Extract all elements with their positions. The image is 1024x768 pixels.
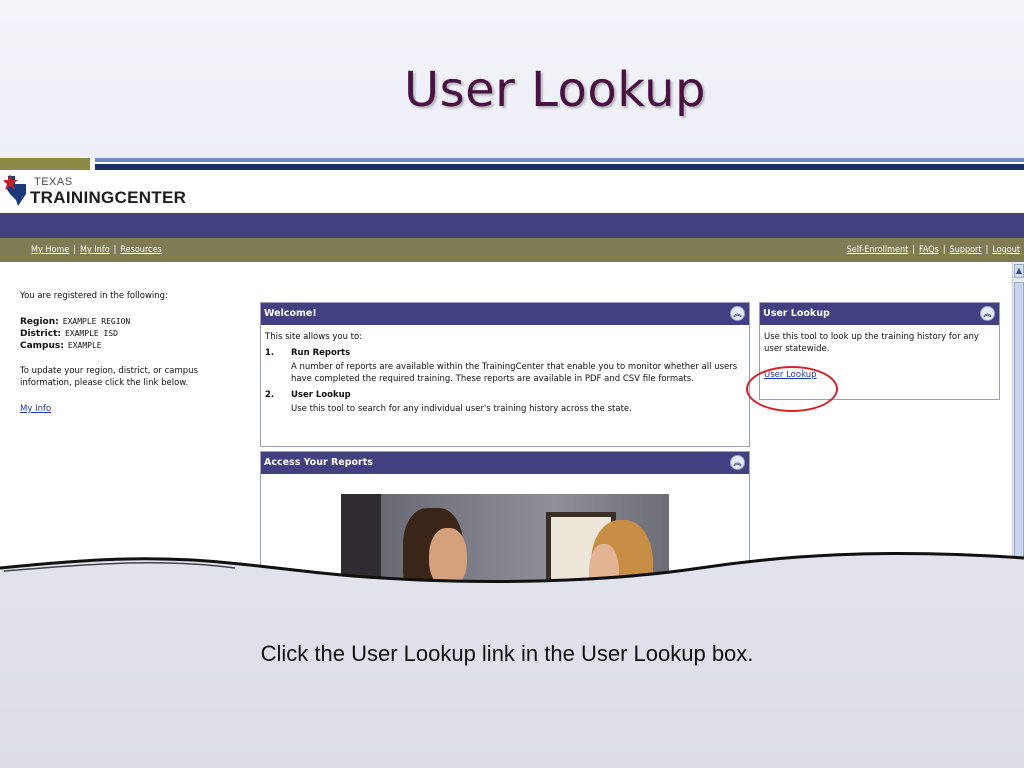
list-item-number: 2. — [265, 390, 275, 400]
region-label: Region: — [20, 317, 59, 327]
highlight-circle — [746, 366, 838, 412]
double-chevron-up-icon[interactable]: ︽ — [730, 455, 745, 470]
user-lookup-desc: Use this tool to look up the training hi… — [764, 332, 979, 354]
nav-bar: My Home | My Info | Resources Self-Enrollmen… — [0, 238, 1024, 262]
nav-link-support[interactable]: Support — [950, 245, 982, 255]
texas-star-icon — [4, 174, 26, 206]
list-item-number: 1. — [265, 348, 275, 358]
nav-link-my-info[interactable]: My Info — [80, 245, 110, 255]
double-chevron-up-icon[interactable]: ︽ — [980, 306, 995, 321]
campus-label: Campus: — [20, 341, 64, 351]
welcome-title: Welcome! — [264, 308, 317, 319]
logo-name-text: TRAININGCENTER — [30, 188, 187, 207]
double-chevron-up-icon[interactable]: ︽ — [730, 306, 745, 321]
list-item: 1. Run Reports A number of reports are av… — [265, 347, 745, 385]
list-item-desc: A number of reports are available within… — [291, 362, 738, 384]
slide-caption: Click the User Lookup link in the User L… — [260, 641, 754, 666]
update-instructions: To update your region, district, or camp… — [20, 366, 198, 388]
welcome-intro: This site allows you to: — [265, 332, 363, 342]
list-item-title: Run Reports — [291, 348, 351, 358]
nav-right: Self-Enrollment | FAQs | Support | Logout — [846, 245, 1020, 255]
nav-link-my-home[interactable]: My Home — [31, 245, 69, 255]
access-reports-title: Access Your Reports — [264, 457, 373, 468]
top-stripe — [0, 158, 1024, 170]
nav-link-self-enrollment[interactable]: Self-Enrollment — [847, 245, 909, 255]
list-item: 2. User Lookup Use this tool to search fo… — [265, 389, 745, 415]
torn-edge — [0, 551, 1024, 600]
welcome-box: Welcome! ︽ This site allows you to: 1. Ru… — [260, 302, 750, 447]
my-info-link[interactable]: My Info — [20, 404, 51, 414]
nav-link-faqs[interactable]: FAQs — [919, 245, 939, 255]
scrollbar-thumb[interactable] — [1014, 282, 1024, 582]
list-item-desc: Use this tool to search for any individu… — [291, 404, 632, 414]
campus-value: EXAMPLE — [67, 341, 102, 350]
user-lookup-header: User Lookup ︽ — [760, 303, 999, 325]
district-label: District: — [20, 329, 61, 339]
browser-screenshot: TEXAS TRAININGCENTER My Home | My Info | Res… — [0, 158, 1024, 598]
slide-title: User Lookup — [403, 62, 706, 118]
nav-link-resources[interactable]: Resources — [120, 245, 161, 255]
registration-sidebar: You are registered in the following: Reg… — [20, 290, 235, 415]
list-item-title: User Lookup — [291, 390, 351, 400]
registration-intro: You are registered in the following: — [20, 291, 168, 301]
access-reports-header: Access Your Reports ︽ — [261, 452, 749, 474]
region-value: EXAMPLE REGION — [62, 317, 131, 326]
site-logo[interactable]: TEXAS TRAININGCENTER — [4, 172, 224, 208]
arrow-up-icon[interactable]: ▲ — [1014, 264, 1024, 278]
nav-left: My Home | My Info | Resources — [31, 245, 162, 255]
district-value: EXAMPLE ISD — [64, 329, 118, 338]
header-band — [0, 213, 1024, 238]
logo-texas-text: TEXAS — [34, 176, 73, 188]
welcome-header: Welcome! ︽ — [261, 303, 749, 325]
nav-link-logout[interactable]: Logout — [992, 245, 1020, 255]
user-lookup-title: User Lookup — [763, 308, 830, 319]
